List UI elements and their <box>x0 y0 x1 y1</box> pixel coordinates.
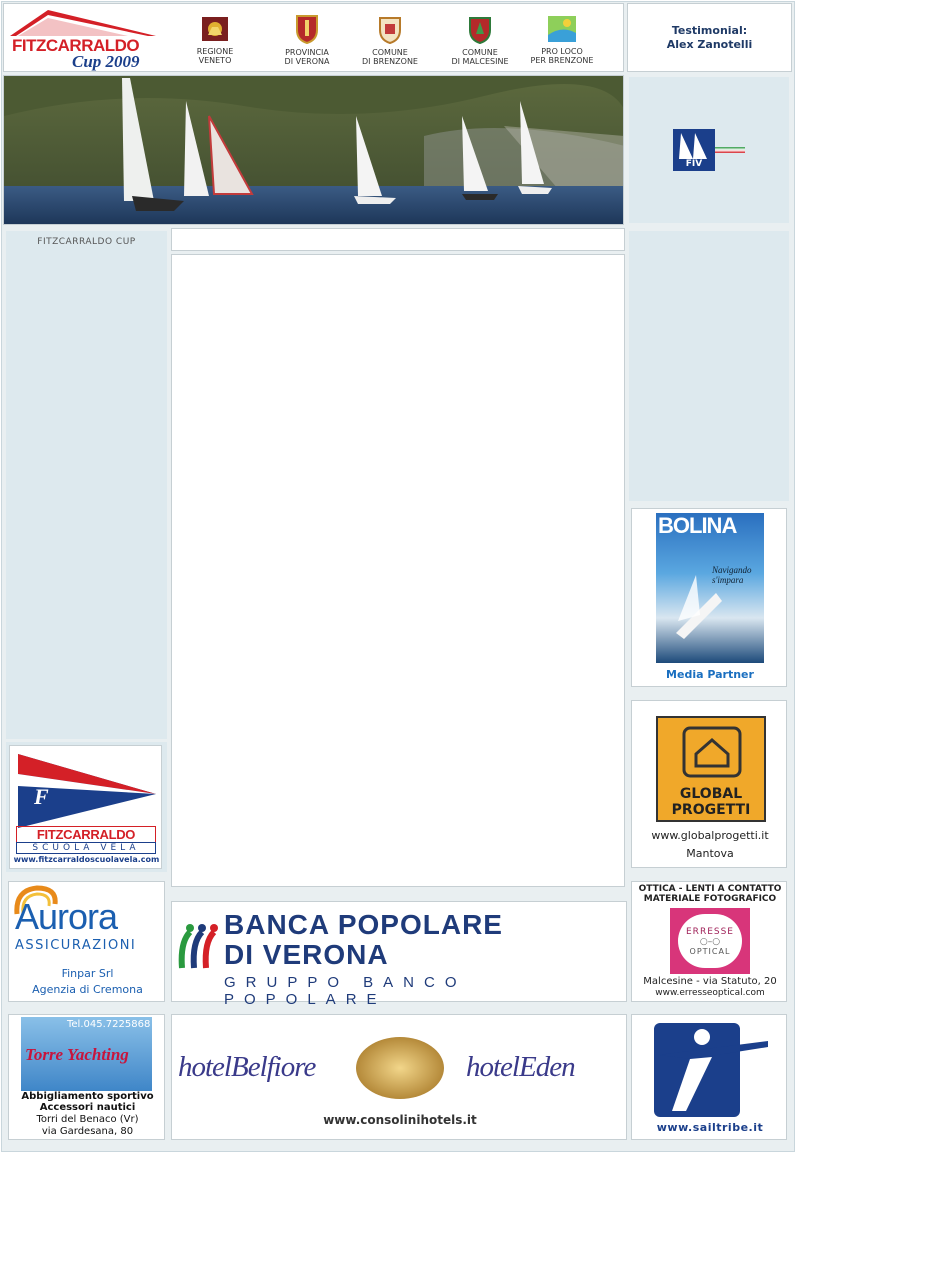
erresse-logo: ERRESSE ○–○ OPTICAL <box>670 908 750 974</box>
sailing-photo-banner <box>3 75 624 225</box>
lion-crest-icon <box>202 17 228 41</box>
sponsor-provincia-verona[interactable]: PROVINCIA DI VERONA <box>278 12 336 68</box>
fiv-logo: FIV <box>673 129 745 171</box>
torre-line3: Torri del Benaco (Vr) <box>36 1114 139 1125</box>
media-partner-label: Media Partner <box>666 668 754 681</box>
sailtribe-url: www.sailtribe.it <box>656 1121 764 1134</box>
sailtribe-banner[interactable]: www.sailtribe.it <box>631 1014 787 1140</box>
erresse-address: Malcesine - via Statuto, 20 <box>643 976 777 987</box>
scuola-url: www.fitzcarraldoscuolavela.com <box>13 855 160 864</box>
main-content-area <box>171 254 625 887</box>
global-url: www.globalprogetti.it <box>651 829 769 842</box>
shield-crest-icon <box>296 15 318 44</box>
erresse-top2: MATERIALE FOTOGRAFICO <box>643 894 777 904</box>
sponsor-label: PROVINCIA DI VERONA <box>284 48 330 66</box>
banca-popolare-banner[interactable]: BANCA POPOLARE DI VERONA GRUPPO BANCO PO… <box>171 901 627 1008</box>
torre-logo: Tel.045.7225868 Torre Yachting <box>21 1017 152 1091</box>
sponsor-comune-brenzone[interactable]: COMUNE DI BRENZONE <box>360 12 420 68</box>
torre-line1: Abbigliamento sportivo <box>21 1091 154 1102</box>
sponsor-regione-veneto[interactable]: REGIONE VENETO <box>190 12 240 68</box>
sponsor-label: REGIONE VENETO <box>196 47 234 65</box>
erresse-top1: OTTICA - LENTI A CONTATTO <box>638 884 782 894</box>
hotels-url: www.consolinihotels.it <box>323 1113 477 1127</box>
banca-logo-icon <box>178 924 218 969</box>
fiv-sail-icon: FIV <box>673 129 715 171</box>
global-line2: PROGETTI <box>671 802 751 818</box>
sailing-boats-image <box>4 76 623 224</box>
erresse-optical-banner[interactable]: OTTICA - LENTI A CONTATTO MATERIALE FOTO… <box>631 881 787 1002</box>
header-banner: FITZCARRALDO Cup 2009 REGIONE VENETO PRO… <box>3 3 624 72</box>
fiv-box[interactable]: FIV <box>629 77 789 223</box>
testimonial-label: Testimonial: <box>671 23 748 37</box>
hotel-photo-oval <box>356 1037 444 1099</box>
global-progetti-banner[interactable]: GLOBAL PROGETTI www.globalprogetti.it Ma… <box>631 700 787 868</box>
sponsor-label: COMUNE DI MALCESINE <box>451 48 509 66</box>
bolina-title: BOLINA <box>658 513 737 538</box>
torre-line2: Accessori nautici <box>39 1102 136 1113</box>
shield-crest-icon <box>469 17 491 44</box>
content-title-bar <box>171 228 625 251</box>
torre-yachting-banner[interactable]: Tel.045.7225868 Torre Yachting Abbigliam… <box>8 1014 165 1140</box>
aurora-assicurazioni-banner[interactable]: Aurora ASSICURAZIONI Finpar Srl Agenzia … <box>8 881 165 1002</box>
scuola-sub: SCUOLA VELA <box>16 842 156 854</box>
aurora-line1: Finpar Srl <box>61 967 114 980</box>
consolini-hotels-banner[interactable]: hotelBelfiore hotelEden www.consolinihot… <box>171 1014 627 1140</box>
global-city: Mantova <box>686 847 734 860</box>
banca-line3: GRUPPO BANCO POPOLARE <box>224 974 467 1008</box>
glasses-icon: ○–○ <box>699 936 721 947</box>
testimonial-name: Alex Zanotelli <box>666 37 753 51</box>
torre-tel: Tel.045.7225868 <box>67 1019 151 1030</box>
shield-crest-icon <box>379 17 401 44</box>
banca-line2: DI VERONA <box>224 939 389 970</box>
right-panel <box>629 231 789 501</box>
banca-line1: BANCA POPOLARE <box>224 909 503 940</box>
torre-script: Torre Yachting <box>25 1045 129 1064</box>
torre-line4: via Gardesana, 80 <box>41 1126 134 1137</box>
scuola-brand: FITZCARRALDO <box>16 826 156 843</box>
pennant-letter: F <box>34 784 49 809</box>
nav-title[interactable]: FITZCARRALDO CUP <box>6 237 167 247</box>
bolina-magazine-cover: BOLINA Navigando s'impara <box>656 513 764 663</box>
erresse-url: www.erresseoptical.com <box>655 988 765 998</box>
bolina-media-partner[interactable]: BOLINA Navigando s'impara Media Partner <box>631 508 787 687</box>
hotel-eden: hotelEden <box>466 1051 576 1083</box>
tricolor-stripe <box>715 147 745 153</box>
pro-loco-icon <box>548 16 576 42</box>
erresse-brand: ERRESSE <box>686 926 734 937</box>
global-logo: GLOBAL PROGETTI <box>656 716 766 822</box>
sailtribe-logo-icon <box>654 1023 768 1117</box>
left-navigation: FITZCARRALDO CUP <box>6 231 167 739</box>
fiv-short: FIV <box>685 159 703 169</box>
logo-subtitle: Cup 2009 <box>72 52 140 71</box>
sponsor-label: COMUNE DI BRENZONE <box>362 48 418 66</box>
sailboat-icon <box>676 575 722 639</box>
hotel-belfiore: hotelBelfiore <box>178 1051 316 1083</box>
erresse-brand-sub: OPTICAL <box>689 946 731 956</box>
aurora-line2: Agenzia di Cremona <box>32 983 143 996</box>
sponsor-comune-malcesine[interactable]: COMUNE DI MALCESINE <box>448 12 512 68</box>
global-line1: GLOBAL <box>679 786 743 802</box>
sponsor-pro-loco[interactable]: PRO LOCO PER BRENZONE <box>530 12 594 68</box>
aurora-name: Aurora <box>15 896 118 937</box>
fitzcarraldo-cup-logo[interactable]: FITZCARRALDO Cup 2009 <box>8 6 158 71</box>
house-icon <box>682 726 742 778</box>
scuola-vela-banner[interactable]: F FITZCARRALDO SCUOLA VELA www.fitzcarra… <box>9 745 162 869</box>
testimonial-box[interactable]: Testimonial: Alex Zanotelli <box>627 3 792 72</box>
sponsor-label: PRO LOCO PER BRENZONE <box>530 47 594 65</box>
aurora-sub: ASSICURAZIONI <box>15 938 137 953</box>
